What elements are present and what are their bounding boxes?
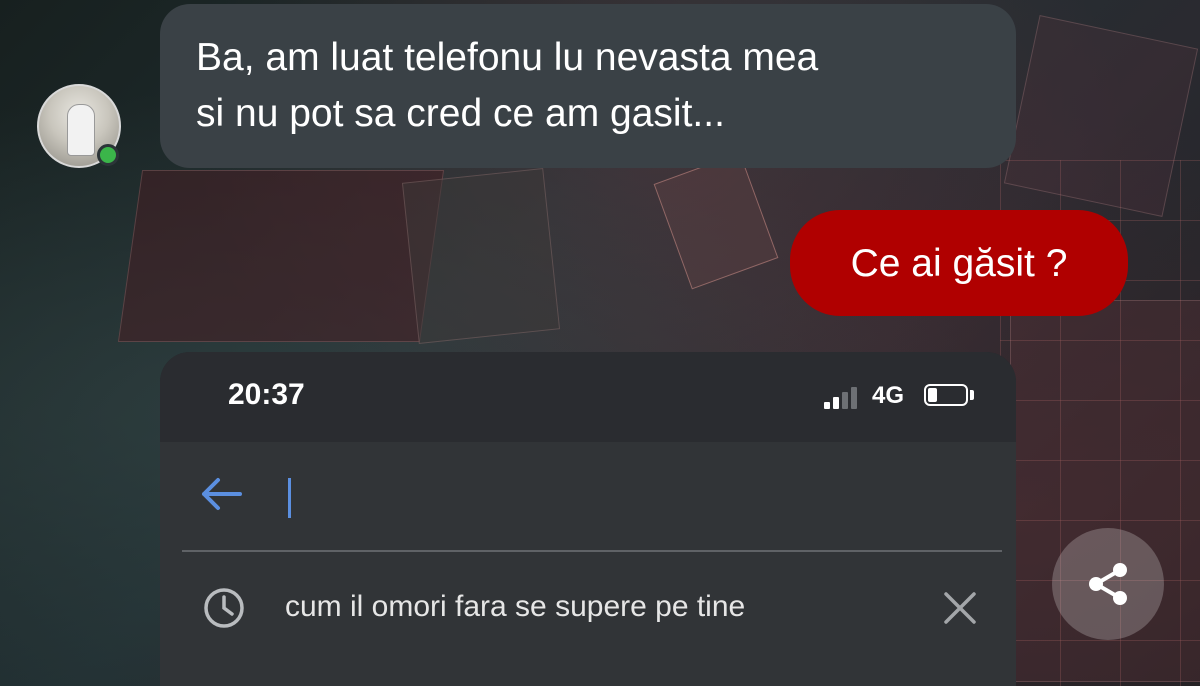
arrow-left-icon[interactable]: [200, 474, 244, 514]
phone-screenshot-attachment[interactable]: 20:37 4G cum il omori fara se supere pe …: [160, 352, 1016, 686]
online-status-dot: [97, 144, 119, 166]
signal-bar: [842, 392, 848, 409]
background-shard: [653, 152, 779, 290]
signal-bar: [824, 402, 830, 409]
phone-status-bar: 20:37 4G: [160, 352, 1016, 442]
close-icon[interactable]: [940, 588, 980, 628]
battery-level-fill: [928, 388, 937, 402]
background-shard: [117, 170, 445, 342]
avatar-figure: [67, 104, 95, 156]
clock-icon: [202, 586, 246, 630]
message-line: Ba, am luat telefonu lu nevasta mea: [196, 36, 819, 79]
message-line: si nu pot sa cred ce am gasit...: [196, 92, 725, 135]
battery-tip: [970, 390, 974, 400]
search-history-text: cum il omori fara se supere pe tine: [285, 590, 746, 623]
search-panel: cum il omori fara se supere pe tine: [160, 442, 1016, 686]
battery-icon: [924, 384, 968, 406]
search-divider: [182, 550, 1002, 552]
incoming-message-bubble[interactable]: Ba, am luat telefonu lu nevasta mea si n…: [160, 4, 1016, 168]
share-button[interactable]: [1052, 528, 1164, 640]
background-shard: [401, 168, 561, 344]
share-icon: [1082, 558, 1134, 610]
network-type: 4G: [872, 382, 905, 409]
signal-bar: [833, 397, 839, 409]
search-input-cursor[interactable]: [288, 478, 291, 518]
outgoing-message-bubble[interactable]: Ce ai găsit ?: [790, 210, 1128, 316]
message-text: Ce ai găsit ?: [850, 242, 1068, 285]
signal-strength-icon: [824, 387, 864, 409]
signal-bar: [851, 387, 857, 409]
search-history-item[interactable]: cum il omori fara se supere pe tine: [160, 554, 1016, 654]
status-time: 20:37: [228, 378, 305, 411]
